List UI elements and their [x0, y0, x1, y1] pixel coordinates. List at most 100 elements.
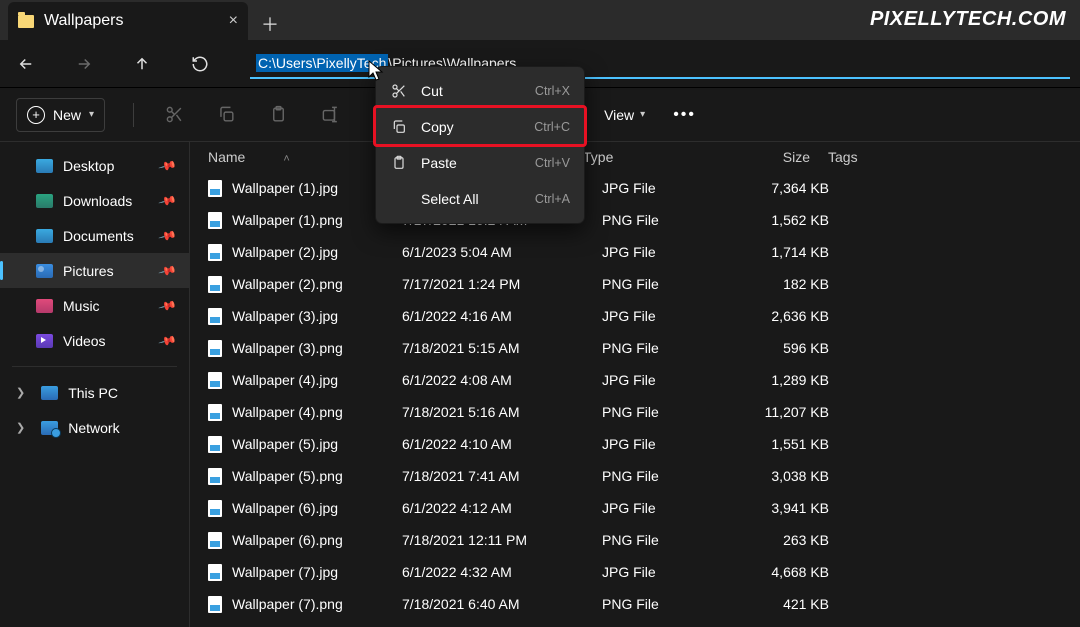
file-size: 182 KB: [747, 276, 847, 292]
file-row[interactable]: Wallpaper (3).jpg6/1/2022 4:16 AMJPG Fil…: [190, 300, 1080, 332]
file-name: Wallpaper (4).png: [232, 404, 402, 420]
chevron-right-icon[interactable]: ❯: [16, 421, 25, 434]
file-type: JPG File: [602, 180, 747, 196]
col-tags[interactable]: Tags: [828, 149, 1080, 165]
file-size: 2,636 KB: [747, 308, 847, 324]
sidebar-item-label: Network: [68, 420, 119, 436]
sidebar-item-pictures[interactable]: Pictures📌: [0, 253, 189, 288]
sidebar-item-downloads[interactable]: Downloads📌: [0, 183, 189, 218]
file-name: Wallpaper (5).jpg: [232, 436, 402, 452]
file-name: Wallpaper (3).jpg: [232, 308, 402, 324]
music-icon: [36, 299, 53, 313]
file-row[interactable]: Wallpaper (6).jpg6/1/2022 4:12 AMJPG Fil…: [190, 492, 1080, 524]
pic-icon: [36, 264, 53, 278]
address-bar[interactable]: C:\Users\PixellyTech\Pictures\Wallpapers: [250, 49, 1070, 79]
file-icon: [208, 500, 222, 517]
file-size: 596 KB: [747, 340, 847, 356]
file-row[interactable]: Wallpaper (7).png7/18/2021 6:40 AMPNG Fi…: [190, 588, 1080, 620]
file-date: 7/18/2021 7:41 AM: [402, 468, 602, 484]
file-type: PNG File: [602, 532, 747, 548]
sidebar-item-label: This PC: [68, 385, 118, 401]
file-type: JPG File: [602, 564, 747, 580]
new-button[interactable]: + New ▾: [16, 98, 105, 132]
up-icon[interactable]: [126, 48, 158, 80]
more-button[interactable]: •••: [673, 106, 696, 124]
pin-icon[interactable]: 📌: [158, 191, 178, 211]
pin-icon[interactable]: 📌: [158, 296, 178, 316]
file-size: 3,038 KB: [747, 468, 847, 484]
file-row[interactable]: Wallpaper (4).png7/18/2021 5:16 AMPNG Fi…: [190, 396, 1080, 428]
new-tab-button[interactable]: ＋: [254, 8, 286, 40]
sort-icon: ˄: [283, 153, 289, 165]
file-type: PNG File: [602, 404, 747, 420]
sidebar-item-desktop[interactable]: Desktop 📌: [0, 148, 189, 183]
file-type: PNG File: [602, 596, 747, 612]
file-row[interactable]: Wallpaper (2).jpg6/1/2023 5:04 AMJPG Fil…: [190, 236, 1080, 268]
ctx-label: Copy: [421, 119, 454, 135]
file-row[interactable]: Wallpaper (1).png7/17/2021 10:24 AMPNG F…: [190, 204, 1080, 236]
file-date: 7/18/2021 5:15 AM: [402, 340, 602, 356]
new-label: New: [53, 107, 81, 123]
file-name: Wallpaper (2).jpg: [232, 244, 402, 260]
sidebar-item-this-pc[interactable]: ❯ This PC: [0, 375, 189, 410]
ctx-paste[interactable]: PasteCtrl+V: [376, 145, 584, 181]
file-row[interactable]: Wallpaper (7).jpg6/1/2022 4:32 AMJPG Fil…: [190, 556, 1080, 588]
chevron-down-icon: ▾: [640, 109, 645, 120]
file-icon: [208, 468, 222, 485]
view-dropdown[interactable]: View ▾: [604, 107, 645, 123]
file-icon: [208, 532, 222, 549]
pin-icon[interactable]: 📌: [158, 226, 178, 246]
column-headers[interactable]: Name˄ Date modified Type Size Tags: [190, 142, 1080, 172]
forward-icon[interactable]: [68, 48, 100, 80]
ctx-label: Cut: [421, 83, 443, 99]
file-name: Wallpaper (4).jpg: [232, 372, 402, 388]
sidebar-item-network[interactable]: ❯ Network: [0, 410, 189, 445]
file-icon: [208, 180, 222, 197]
col-name[interactable]: Name˄: [208, 149, 383, 165]
ctx-shortcut: Ctrl+V: [535, 156, 570, 170]
rename-icon[interactable]: [318, 103, 342, 127]
tab-wallpapers[interactable]: Wallpapers ×: [8, 2, 248, 40]
plus-icon: +: [27, 106, 45, 124]
refresh-icon[interactable]: [184, 48, 216, 80]
file-icon: [208, 276, 222, 293]
sidebar-item-label: Documents: [63, 228, 134, 244]
file-type: PNG File: [602, 340, 747, 356]
sidebar-item-music[interactable]: Music📌: [0, 288, 189, 323]
ctx-shortcut: Ctrl+X: [535, 84, 570, 98]
chevron-right-icon[interactable]: ❯: [16, 386, 25, 399]
ctx-select-all[interactable]: Select AllCtrl+A: [376, 181, 584, 217]
file-type: JPG File: [602, 372, 747, 388]
file-icon: [208, 404, 222, 421]
file-row[interactable]: Wallpaper (3).png7/18/2021 5:15 AMPNG Fi…: [190, 332, 1080, 364]
file-type: JPG File: [602, 308, 747, 324]
sidebar-item-label: Videos: [63, 333, 106, 349]
file-row[interactable]: Wallpaper (1).jpgJPG File7,364 KB: [190, 172, 1080, 204]
sidebar-item-documents[interactable]: Documents 📌: [0, 218, 189, 253]
file-icon: [208, 596, 222, 613]
file-date: 7/18/2021 12:11 PM: [402, 532, 602, 548]
file-name: Wallpaper (6).jpg: [232, 500, 402, 516]
back-icon[interactable]: [10, 48, 42, 80]
col-size[interactable]: Size: [728, 149, 828, 165]
sidebar-item-label: Desktop: [63, 158, 114, 174]
pin-icon[interactable]: 📌: [158, 156, 178, 176]
cut-icon[interactable]: [162, 103, 186, 127]
pin-icon[interactable]: 📌: [158, 261, 178, 281]
col-type[interactable]: Type: [583, 149, 728, 165]
close-tab-icon[interactable]: ×: [229, 12, 238, 30]
file-row[interactable]: Wallpaper (4).jpg6/1/2022 4:08 AMJPG Fil…: [190, 364, 1080, 396]
sidebar-item-videos[interactable]: Videos 📌: [0, 323, 189, 358]
file-date: 6/1/2022 4:10 AM: [402, 436, 602, 452]
copy-icon[interactable]: [214, 103, 238, 127]
file-row[interactable]: Wallpaper (5).png7/18/2021 7:41 AMPNG Fi…: [190, 460, 1080, 492]
file-row[interactable]: Wallpaper (6).png7/18/2021 12:11 PMPNG F…: [190, 524, 1080, 556]
paste-icon[interactable]: [266, 103, 290, 127]
address-selected: C:\Users\PixellyTech: [256, 54, 388, 72]
ctx-cut[interactable]: Cut Ctrl+X: [376, 73, 584, 109]
pin-icon[interactable]: 📌: [158, 331, 178, 351]
file-row[interactable]: Wallpaper (2).png7/17/2021 1:24 PMPNG Fi…: [190, 268, 1080, 300]
teal-icon: [36, 194, 53, 208]
ctx-copy[interactable]: CopyCtrl+C: [376, 109, 584, 145]
file-row[interactable]: Wallpaper (5).jpg6/1/2022 4:10 AMJPG Fil…: [190, 428, 1080, 460]
